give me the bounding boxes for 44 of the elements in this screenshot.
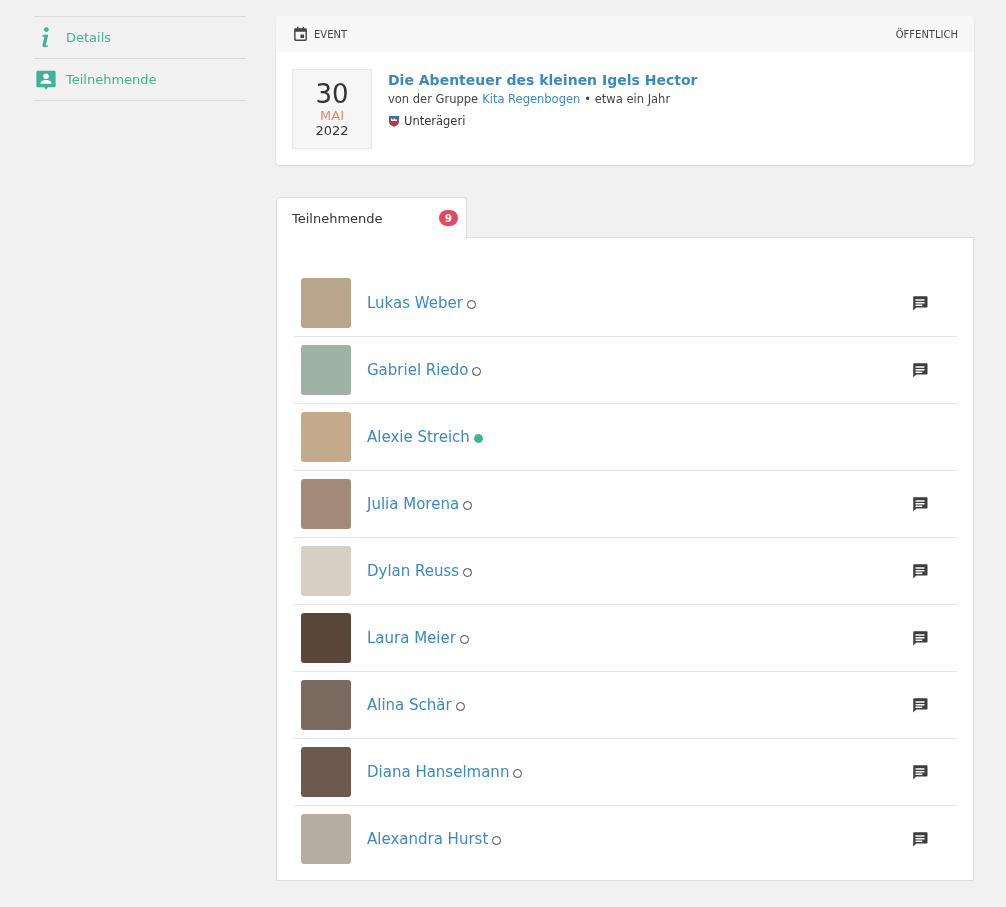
- date-year: 2022: [315, 122, 349, 139]
- sidebar-item[interactable]: Teilnehmende: [34, 59, 246, 101]
- message-button[interactable]: [911, 830, 929, 848]
- participant-name-link[interactable]: Alexie Streich: [367, 428, 470, 446]
- location-text: Unterägeri: [404, 114, 466, 128]
- date-day: 30: [315, 79, 349, 108]
- visibility-label: ÖFFENTLICH: [895, 28, 958, 40]
- photo-placeholder: [301, 747, 351, 797]
- event-title-link[interactable]: Die Abenteuer des kleinen Igels Hector: [388, 72, 698, 88]
- byline-time: • etwa ein Jahr: [584, 92, 671, 106]
- photo-placeholder: [301, 546, 351, 596]
- message-button[interactable]: [911, 495, 929, 513]
- participant-name-link[interactable]: Diana Hanselmann: [367, 763, 510, 781]
- sidebar-item[interactable]: Details: [34, 17, 246, 59]
- date-month: MAI: [320, 107, 344, 123]
- group-link[interactable]: Kita Regenbogen: [482, 92, 581, 106]
- participant-name-link[interactable]: Alexandra Hurst: [367, 830, 489, 848]
- photo-placeholder: [301, 345, 351, 395]
- photo-placeholder: [301, 278, 351, 328]
- tab[interactable]: Teilnehmende 9: [276, 197, 467, 238]
- photo-placeholder: [301, 680, 351, 730]
- message-button[interactable]: [911, 294, 929, 312]
- message-button[interactable]: [911, 696, 929, 714]
- message-button[interactable]: [911, 361, 929, 379]
- info-icon: [42, 27, 49, 48]
- count-badge: 9: [438, 210, 458, 226]
- participant-name-link[interactable]: Laura Meier: [367, 629, 456, 647]
- photo-placeholder: [301, 613, 351, 663]
- message-button[interactable]: [911, 562, 929, 580]
- byline-text: von der Gruppe: [388, 92, 479, 106]
- message-button[interactable]: [911, 629, 929, 647]
- photo-placeholder: [301, 479, 351, 529]
- participant-name-link[interactable]: Dylan Reuss: [367, 562, 460, 580]
- contact-card-icon: [35, 68, 57, 91]
- message-button[interactable]: [911, 763, 929, 781]
- participant-name-link[interactable]: Lukas Weber: [367, 294, 463, 312]
- photo-placeholder: [301, 412, 351, 462]
- participant-name-link[interactable]: Julia Morena: [367, 495, 460, 513]
- participant-name-link[interactable]: Gabriel Riedo: [367, 361, 469, 379]
- event-type-label: EVENT: [314, 28, 348, 40]
- crest-icon: [388, 115, 400, 127]
- photo-placeholder: [301, 814, 351, 864]
- participant-name-link[interactable]: Alina Schär: [367, 696, 452, 714]
- calendar-icon: [292, 25, 309, 43]
